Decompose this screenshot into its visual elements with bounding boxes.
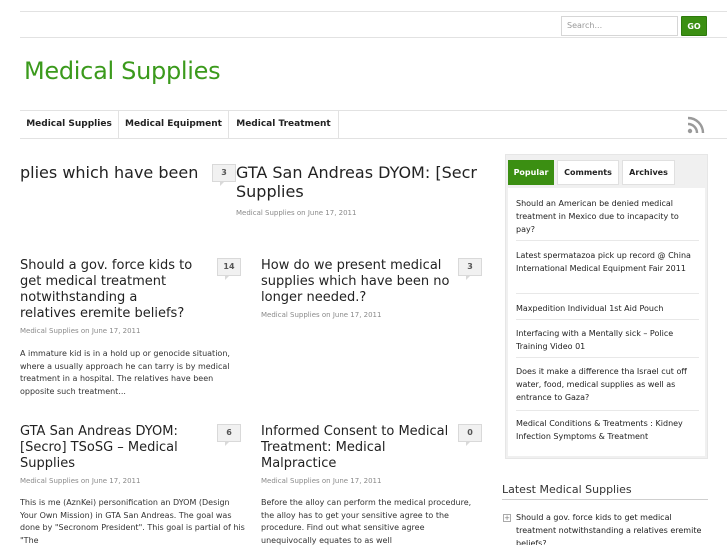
list-divider: [516, 319, 699, 320]
post-excerpt: A immature kid is in a hold up or genoci…: [20, 349, 230, 396]
list-item[interactable]: Medical Conditions & Treatments : Kidney…: [516, 417, 699, 443]
rss-icon[interactable]: [687, 116, 705, 134]
post-title[interactable]: GTA San Andreas DYOM: [Secro] TSoSG – Me…: [20, 424, 200, 472]
nav-item-medical-equipment[interactable]: Medical Equipment: [119, 111, 229, 138]
plus-icon: +: [503, 514, 511, 522]
post-excerpt: Before the alloy can perform the medical…: [261, 498, 472, 545]
tab-comments[interactable]: Comments: [557, 160, 619, 185]
comment-count-badge[interactable]: 6: [217, 424, 241, 446]
search-go-button[interactable]: GO: [681, 16, 707, 36]
post-meta: Medical Supplies on June 17, 2011: [20, 327, 141, 335]
nav-item-medical-supplies[interactable]: Medical Supplies: [20, 111, 119, 138]
list-item[interactable]: Should an American be denied medical tre…: [516, 197, 699, 236]
comment-count-badge[interactable]: 0: [458, 424, 482, 446]
featured-title-line-1: GTA San Andreas DYOM: [Secr: [236, 163, 477, 182]
comment-count-badge[interactable]: 3: [212, 164, 236, 186]
list-item[interactable]: Interfacing with a Mentally sick – Polic…: [516, 327, 699, 353]
featured-title-line-2: Supplies: [236, 182, 304, 201]
post-title[interactable]: Informed Consent to Medical Treatment: M…: [261, 424, 451, 472]
top-divider: [20, 11, 727, 12]
featured-post-title-right[interactable]: GTA San Andreas DYOM: [Secr Supplies: [236, 163, 482, 201]
comment-count-badge[interactable]: 3: [458, 258, 482, 280]
list-divider: [516, 240, 699, 241]
list-divider: [516, 410, 699, 411]
list-divider: [516, 357, 699, 358]
widget-divider: [502, 499, 708, 500]
post-meta: Medical Supplies on June 17, 2011: [20, 477, 141, 485]
post-title[interactable]: How do we present medical supplies which…: [261, 258, 451, 306]
main-nav: Medical Supplies Medical Equipment Medic…: [20, 110, 727, 139]
popular-list: Should an American be denied medical tre…: [508, 188, 705, 456]
list-item[interactable]: Does it make a difference tha Israel cut…: [516, 365, 699, 404]
list-item[interactable]: Maxpedition Individual 1st Aid Pouch: [516, 302, 699, 315]
latest-list-item[interactable]: Should a gov. force kids to get medical …: [516, 511, 706, 545]
site-title[interactable]: Medical Supplies: [24, 57, 221, 85]
post-title[interactable]: Should a gov. force kids to get medical …: [20, 258, 195, 322]
list-divider: [516, 293, 699, 294]
post-meta: Medical Supplies on June 17, 2011: [261, 477, 382, 485]
post-excerpt: This is me (AznKei) personification an D…: [20, 498, 245, 545]
tab-archives[interactable]: Archives: [622, 160, 675, 185]
comment-count-badge[interactable]: 14: [217, 258, 241, 280]
post-meta: Medical Supplies on June 17, 2011: [261, 311, 382, 319]
list-item[interactable]: Latest spermatazoa pick up record @ Chin…: [516, 249, 699, 275]
featured-post-meta: Medical Supplies on June 17, 2011: [236, 209, 357, 217]
search-input[interactable]: Search...: [561, 16, 678, 36]
featured-post-title-left[interactable]: plies which have been: [20, 163, 200, 182]
header-divider: [20, 37, 727, 38]
widget-title-latest: Latest Medical Supplies: [502, 483, 632, 496]
tab-popular[interactable]: Popular: [508, 160, 554, 185]
nav-item-medical-treatment[interactable]: Medical Treatment: [229, 111, 339, 138]
